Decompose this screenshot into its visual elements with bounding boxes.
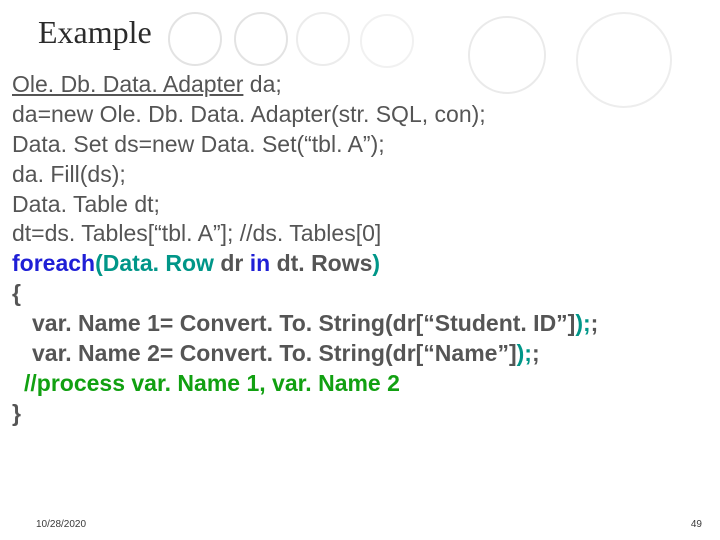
code-block: Ole. Db. Data. Adapter da; da=new Ole. D… bbox=[0, 64, 720, 429]
code-line: var. Name 1= Convert. To. String(dr[“Stu… bbox=[12, 309, 720, 339]
paren-open: ( bbox=[95, 250, 103, 276]
code-line: Data. Set ds=new Data. Set(“tbl. A”); bbox=[12, 130, 720, 160]
code-token: dr bbox=[214, 250, 250, 276]
title-area: Example bbox=[0, 0, 720, 64]
code-token: ; bbox=[591, 310, 599, 336]
decorative-circle-icon bbox=[296, 12, 350, 66]
code-token: da; bbox=[243, 71, 281, 97]
decorative-circle-icon bbox=[468, 16, 546, 94]
code-token: dt. Rows bbox=[270, 250, 372, 276]
code-token: ; bbox=[532, 340, 540, 366]
keyword-in: in bbox=[250, 250, 270, 276]
code-line: } bbox=[12, 399, 720, 429]
paren-close: ); bbox=[517, 340, 532, 366]
code-line: var. Name 2= Convert. To. String(dr[“Nam… bbox=[12, 339, 720, 369]
code-line: da. Fill(ds); bbox=[12, 160, 720, 190]
decorative-circle-icon bbox=[360, 14, 414, 68]
type-datarow: Data. Row bbox=[103, 250, 214, 276]
code-line: Data. Table dt; bbox=[12, 190, 720, 220]
decorative-circle-icon bbox=[168, 12, 222, 66]
decorative-circle-icon bbox=[234, 12, 288, 66]
code-token: var. Name 1= Convert. To. String(dr[“Stu… bbox=[32, 310, 575, 336]
code-line: dt=ds. Tables[“tbl. A”]; //ds. Tables[0] bbox=[12, 219, 720, 249]
code-line: { bbox=[12, 279, 720, 309]
decorative-circle-icon bbox=[576, 12, 672, 108]
code-line: foreach(Data. Row dr in dt. Rows) bbox=[12, 249, 720, 279]
footer-page-number: 49 bbox=[691, 519, 702, 530]
paren-close: ); bbox=[575, 310, 590, 336]
keyword-foreach: foreach bbox=[12, 250, 95, 276]
code-token: Ole. Db. Data. Adapter bbox=[12, 71, 243, 97]
code-token: var. Name 2= Convert. To. String(dr[“Nam… bbox=[32, 340, 517, 366]
paren-close: ) bbox=[372, 250, 380, 276]
slide: Example Ole. Db. Data. Adapter da; da=ne… bbox=[0, 0, 720, 540]
code-comment: //process var. Name 1, var. Name 2 bbox=[12, 369, 720, 399]
footer-date: 10/28/2020 bbox=[36, 519, 86, 530]
